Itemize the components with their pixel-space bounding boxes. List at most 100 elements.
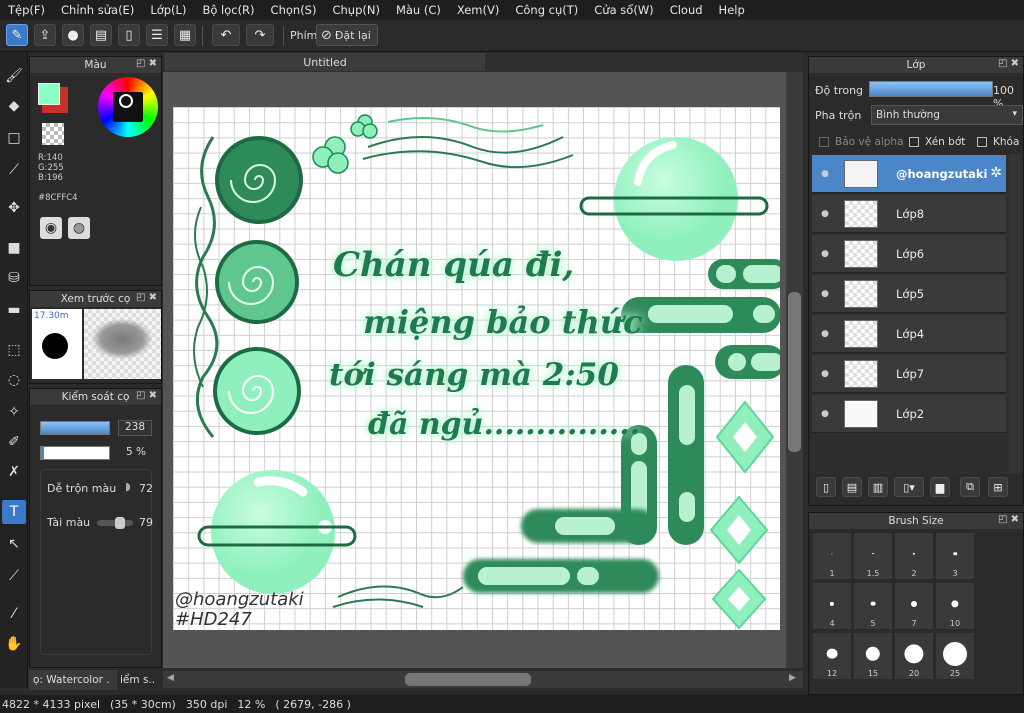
- visibility-icon[interactable]: ●: [818, 169, 832, 179]
- panel-close-icon[interactable]: ◰ ✖: [136, 292, 157, 303]
- color-set-icon[interactable]: ◍: [68, 217, 90, 239]
- color-wheel[interactable]: [98, 77, 158, 137]
- brush-size-slider[interactable]: [40, 421, 110, 435]
- menu-window[interactable]: Cửa sổ(W): [586, 3, 661, 17]
- horizontal-scrollbar[interactable]: ◀ ▶: [163, 671, 803, 688]
- magic-wand-icon[interactable]: ✧: [2, 400, 26, 424]
- brush-size-option[interactable]: 10: [935, 582, 975, 630]
- brush-size-option[interactable]: 7: [894, 582, 934, 630]
- select-pen-icon[interactable]: ✐: [2, 430, 26, 454]
- hand-tool-icon[interactable]: ✋: [2, 632, 26, 656]
- gradient-tool-icon[interactable]: ▬: [2, 298, 26, 322]
- bucket-tool-icon[interactable]: ⛁: [2, 266, 26, 290]
- amount-slider[interactable]: [97, 517, 133, 529]
- merge-layer-icon[interactable]: ⊞: [988, 477, 1008, 497]
- panel-close-icon[interactable]: ◰ ✖: [136, 390, 157, 401]
- layer-opacity-slider[interactable]: [869, 81, 993, 97]
- menu-select[interactable]: Chọn(S): [263, 3, 325, 17]
- lasso-select-icon[interactable]: ◌: [2, 368, 26, 392]
- move-tool-icon[interactable]: ✥: [2, 196, 26, 220]
- panel-close-icon[interactable]: ◰ ✖: [998, 514, 1019, 525]
- transparent-color-swatch[interactable]: [42, 123, 64, 145]
- brush-size-option[interactable]: 15: [853, 632, 893, 680]
- lock-checkbox[interactable]: Khóa: [977, 136, 1019, 148]
- tab-brush-control[interactable]: iểm s..: [118, 670, 162, 690]
- menu-tools[interactable]: Công cụ(T): [507, 3, 586, 17]
- scroll-right-icon[interactable]: ▶: [789, 673, 796, 683]
- visibility-icon[interactable]: ●: [818, 249, 832, 259]
- add-layer-menu-icon[interactable]: ▯▾: [894, 477, 924, 497]
- vertical-scroll-thumb[interactable]: [788, 292, 801, 452]
- brush-size-option[interactable]: 20: [894, 632, 934, 680]
- menu-file[interactable]: Tệp(F): [0, 3, 53, 17]
- export-icon[interactable]: ⇪: [34, 24, 56, 46]
- brush-size-option[interactable]: 4: [812, 582, 852, 630]
- blend-mode-select[interactable]: Bình thường ▾: [871, 105, 1023, 125]
- canvas[interactable]: Chán qúa đi, miệng bảo thức tới sáng mà …: [173, 107, 780, 630]
- visibility-icon[interactable]: ●: [818, 409, 832, 419]
- brush-size-option[interactable]: 3: [935, 532, 975, 580]
- layer-row-lop4[interactable]: ● Lớp4: [812, 315, 1006, 353]
- layer-row-lop8[interactable]: ● Lớp8: [812, 195, 1006, 233]
- eraser-tool-icon[interactable]: ◆: [2, 94, 26, 118]
- shape-tool-icon[interactable]: □: [2, 126, 26, 150]
- visibility-icon[interactable]: ●: [818, 289, 832, 299]
- protect-alpha-checkbox[interactable]: Bảo vệ alpha: [819, 136, 904, 148]
- clipping-checkbox[interactable]: Xén bớt: [909, 136, 965, 148]
- layer-row-lop2[interactable]: ● Lớp2: [812, 395, 1006, 433]
- panel-close-icon[interactable]: ◰ ✖: [998, 58, 1019, 69]
- blend-slider-icon[interactable]: ◗: [125, 480, 131, 493]
- visibility-icon[interactable]: ●: [818, 329, 832, 339]
- chat-icon[interactable]: ●: [62, 24, 84, 46]
- grid-icon[interactable]: ▦: [174, 24, 196, 46]
- list-icon[interactable]: ☰: [146, 24, 168, 46]
- divide-tool-icon[interactable]: ⟋: [2, 564, 26, 588]
- text-tool-icon[interactable]: T: [2, 500, 26, 524]
- vertical-scrollbar[interactable]: [786, 72, 803, 668]
- menu-cloud[interactable]: Cloud: [662, 3, 711, 17]
- brush-size-option[interactable]: 2: [894, 532, 934, 580]
- duplicate-layer-icon[interactable]: ⧉: [960, 477, 980, 497]
- undo-icon[interactable]: ↶: [212, 24, 240, 46]
- menu-capture[interactable]: Chụp(N): [324, 3, 387, 17]
- brush-size-option[interactable]: 1.5: [853, 532, 893, 580]
- layer-row-lop5[interactable]: ● Lớp5: [812, 275, 1006, 313]
- new-1bit-layer-icon[interactable]: ▥: [868, 477, 888, 497]
- rect-select-icon[interactable]: ⬚: [2, 338, 26, 362]
- brush-size-option[interactable]: 5: [853, 582, 893, 630]
- visibility-icon[interactable]: ●: [818, 209, 832, 219]
- menu-help[interactable]: Help: [711, 3, 753, 17]
- brush-size-option[interactable]: 25: [935, 632, 975, 680]
- horizontal-scroll-thumb[interactable]: [405, 673, 531, 686]
- layer-row-lop6[interactable]: ● Lớp6: [812, 235, 1006, 273]
- new-layer-icon[interactable]: ▯: [816, 477, 836, 497]
- menu-color[interactable]: Màu (C): [388, 3, 449, 17]
- operation-tool-icon[interactable]: ↖: [2, 532, 26, 556]
- brush-tool-icon[interactable]: 🖌: [2, 64, 26, 88]
- eyedropper-icon[interactable]: ⁄: [2, 602, 26, 626]
- new-halftone-layer-icon[interactable]: ▤: [842, 477, 862, 497]
- primary-color-swatch[interactable]: [38, 83, 60, 105]
- visibility-icon[interactable]: ●: [818, 369, 832, 379]
- redo-icon[interactable]: ↷: [246, 24, 274, 46]
- line-tool-icon[interactable]: ⟋: [2, 158, 26, 182]
- menu-view[interactable]: Xem(V): [449, 3, 507, 17]
- palette-icon[interactable]: ◉: [40, 217, 62, 239]
- document-icon[interactable]: ▯: [118, 24, 140, 46]
- tab-brush-watercolor[interactable]: ọ: Watercolor .: [29, 670, 117, 690]
- menu-layer[interactable]: Lớp(L): [142, 3, 194, 17]
- folder-icon[interactable]: ▆: [930, 477, 950, 497]
- brush-size-field[interactable]: 238: [118, 420, 152, 436]
- layer-list-scrollbar[interactable]: [1009, 154, 1021, 474]
- brush-opacity-slider[interactable]: [40, 446, 110, 460]
- layer-row-hoangzutaki[interactable]: ● @hoangzutaki ✲: [812, 155, 1006, 193]
- rect-fill-icon[interactable]: ■: [2, 236, 26, 260]
- select-eraser-icon[interactable]: ✗: [2, 460, 26, 484]
- scroll-left-icon[interactable]: ◀: [167, 673, 174, 683]
- reset-button[interactable]: ⊘ Đặt lại: [316, 24, 378, 46]
- brush-size-option[interactable]: 12: [812, 632, 852, 680]
- brush-size-option[interactable]: 1: [812, 532, 852, 580]
- menu-filter[interactable]: Bộ lọc(R): [194, 3, 262, 17]
- document-tab[interactable]: Untitled: [165, 53, 485, 71]
- menu-edit[interactable]: Chỉnh sửa(E): [53, 3, 142, 17]
